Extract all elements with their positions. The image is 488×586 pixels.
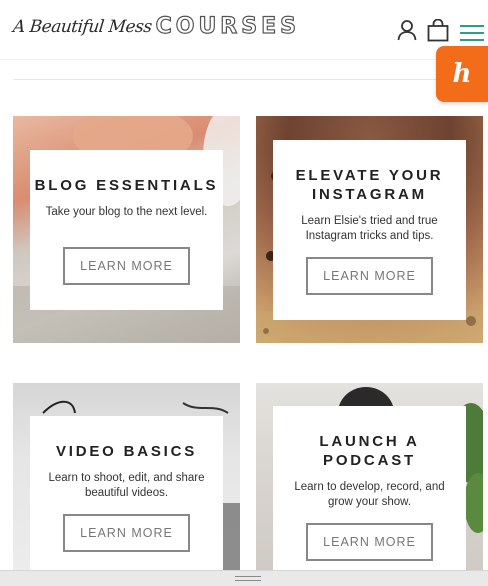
learn-more-button[interactable]: LEARN MORE: [306, 523, 433, 561]
site-header: A Beautiful Mess COURSES: [0, 0, 488, 60]
bottom-resize-bar[interactable]: [0, 570, 488, 586]
course-title: LAUNCH A PODCAST: [319, 433, 420, 469]
course-card-video-basics[interactable]: VIDEO BASICS Learn to shoot, edit, and s…: [13, 383, 240, 573]
logo-script-text: A Beautiful Mess: [11, 16, 153, 37]
course-title: VIDEO BASICS: [55, 443, 198, 460]
course-panel: VIDEO BASICS Learn to shoot, edit, and s…: [30, 416, 223, 573]
course-title: BLOG ESSENTIALS: [34, 177, 219, 194]
honey-extension-button[interactable]: h: [436, 46, 488, 102]
honey-logo-letter: h: [452, 59, 472, 89]
user-icon[interactable]: [397, 19, 417, 45]
course-description: Take your blog to the next level.: [45, 206, 208, 218]
learn-more-button[interactable]: LEARN MORE: [63, 247, 190, 285]
section-divider: [13, 79, 473, 80]
hamburger-menu-icon[interactable]: [460, 24, 484, 46]
learn-more-button[interactable]: LEARN MORE: [63, 514, 190, 552]
course-card-elevate-instagram[interactable]: ELEVATE YOUR INSTAGRAM Learn Elsie's tri…: [256, 116, 483, 343]
course-description: Learn Elsie's tried and true Instagram t…: [301, 215, 438, 242]
course-panel: ELEVATE YOUR INSTAGRAM Learn Elsie's tri…: [273, 140, 466, 320]
site-logo[interactable]: A Beautiful Mess COURSES: [11, 13, 300, 39]
logo-courses-text: COURSES: [155, 13, 300, 39]
shopping-bag-icon[interactable]: [427, 18, 449, 46]
course-card-blog-essentials[interactable]: BLOG ESSENTIALS Take your blog to the ne…: [13, 116, 240, 343]
course-description: Learn to develop, record, and grow your …: [294, 481, 445, 508]
course-panel: LAUNCH A PODCAST Learn to develop, recor…: [273, 406, 466, 573]
course-title: ELEVATE YOUR INSTAGRAM: [295, 167, 444, 203]
course-card-launch-podcast[interactable]: LAUNCH A PODCAST Learn to develop, recor…: [256, 383, 483, 573]
drag-handle-icon[interactable]: [235, 576, 261, 582]
course-description: Learn to shoot, edit, and share beautifu…: [48, 472, 205, 499]
course-panel: BLOG ESSENTIALS Take your blog to the ne…: [30, 150, 223, 310]
learn-more-button[interactable]: LEARN MORE: [306, 257, 433, 295]
